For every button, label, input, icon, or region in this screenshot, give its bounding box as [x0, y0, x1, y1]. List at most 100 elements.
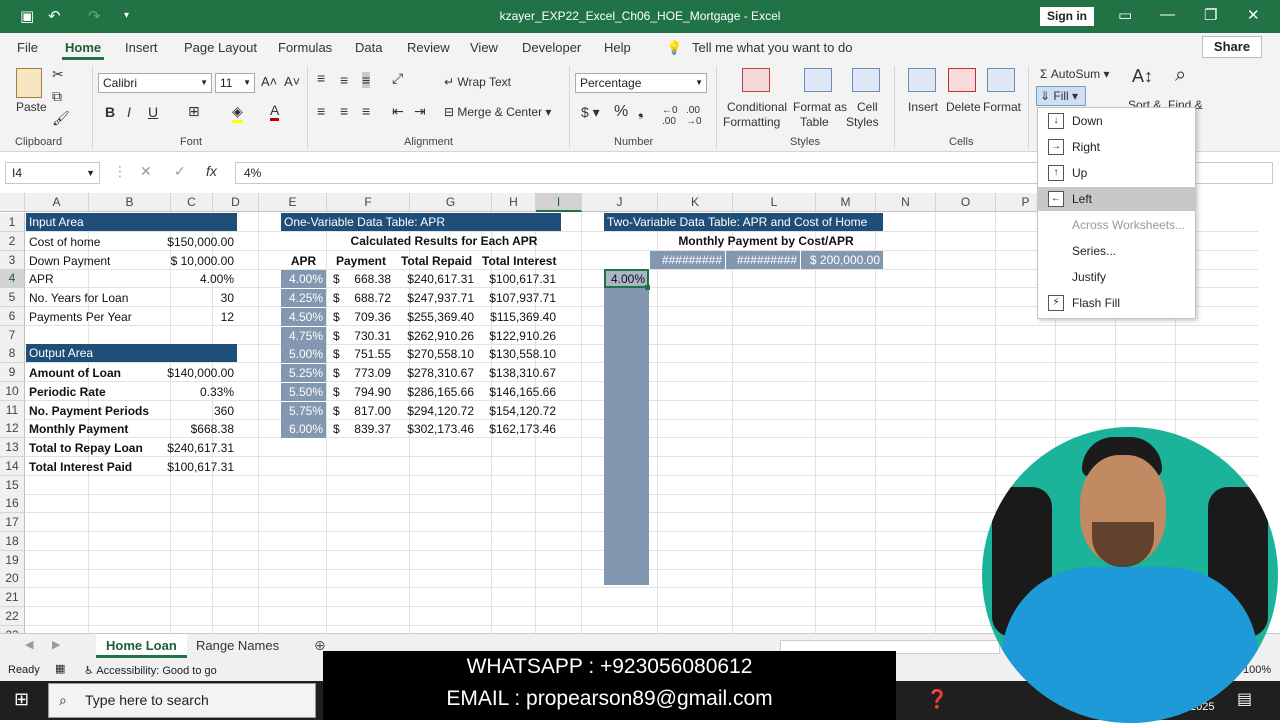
input-label-cell[interactable]: No. Years for Loan	[26, 289, 154, 307]
one-var-apr-cell[interactable]: 5.25%	[281, 364, 326, 382]
output-label-cell[interactable]: Monthly Payment	[26, 420, 154, 438]
row-header-20[interactable]: 20	[0, 569, 25, 589]
borders-icon[interactable]: ⊞	[188, 103, 200, 120]
input-label-cell[interactable]: Payments Per Year	[26, 308, 154, 326]
tab-review[interactable]: Review	[407, 40, 450, 55]
wrap-text-button[interactable]: ↵ Wrap Text	[444, 75, 511, 89]
row-header-1[interactable]: 1	[0, 213, 25, 232]
row-header-23[interactable]: 23	[0, 625, 25, 633]
one-var-header-cell[interactable]: Payment	[328, 252, 394, 270]
one-var-total-interest-cell[interactable]: $107,937.71	[479, 289, 559, 307]
column-header-f[interactable]: F	[327, 193, 410, 212]
row-header-8[interactable]: 8	[0, 344, 25, 364]
autosum-button[interactable]: Σ AutoSum ▾	[1040, 67, 1109, 81]
output-value-cell[interactable]: $100,617.31	[156, 458, 237, 476]
format-painter-icon[interactable]: 🖌	[52, 110, 70, 127]
percent-style-icon[interactable]: %	[614, 103, 628, 121]
column-header-o[interactable]: O	[936, 193, 996, 212]
decrease-font-icon[interactable]: A˅	[284, 74, 300, 89]
conditional-formatting-button[interactable]: Conditional	[727, 100, 787, 114]
fill-menu-item-left[interactable]: ← Left	[1038, 187, 1195, 211]
accessibility-status[interactable]: ♿ Accessibility: Good to go	[84, 664, 217, 677]
tab-view[interactable]: View	[470, 40, 498, 55]
output-value-cell[interactable]: $668.38	[156, 420, 237, 438]
cell-styles-button[interactable]: Cell	[857, 100, 878, 114]
input-label-cell[interactable]: Down Payment	[26, 252, 154, 270]
increase-font-icon[interactable]: A˄	[261, 74, 277, 89]
input-value-cell[interactable]: 4.00%	[156, 270, 237, 288]
one-var-apr-cell[interactable]: 4.00%	[281, 270, 326, 289]
restore-icon[interactable]: ❐	[1204, 6, 1217, 24]
tab-data[interactable]: Data	[355, 40, 382, 55]
input-label-cell[interactable]: APR	[26, 270, 154, 288]
ribbon-display-icon[interactable]: ▭	[1118, 6, 1132, 24]
one-var-total-repaid-cell[interactable]: $240,617.31	[396, 270, 477, 288]
taskbar-search-input[interactable]: ⌕ Type here to search	[48, 683, 316, 718]
middle-align-icon[interactable]: ≡	[340, 72, 348, 88]
one-var-apr-cell[interactable]: 5.00%	[281, 345, 326, 364]
bold-icon[interactable]: B	[105, 104, 115, 120]
input-value-cell[interactable]: $150,000.00	[156, 233, 237, 251]
comma-style-icon[interactable]: ❟	[638, 103, 644, 120]
cell-styles-icon[interactable]	[852, 68, 880, 92]
row-header-11[interactable]: 11	[0, 400, 25, 420]
merge-center-button[interactable]: ⊟ Merge & Center ▾	[444, 105, 551, 119]
underline-icon[interactable]: U	[148, 104, 158, 120]
row-header-6[interactable]: 6	[0, 306, 25, 326]
insert-function-icon[interactable]: fx	[206, 163, 217, 179]
column-header-k[interactable]: K	[658, 193, 733, 212]
output-value-cell[interactable]: $240,617.31	[156, 439, 237, 457]
scroll-right-icon[interactable]: ▶	[52, 638, 60, 651]
format-as-table-button[interactable]: Format as	[793, 100, 847, 114]
row-header-2[interactable]: 2	[0, 231, 25, 251]
one-var-apr-cell[interactable]: 4.50%	[281, 307, 326, 326]
align-left-icon[interactable]: ≡	[317, 103, 325, 119]
one-var-total-interest-cell[interactable]: $138,310.67	[479, 364, 559, 382]
help-app-icon[interactable]: ❓	[926, 689, 948, 710]
one-var-total-interest-cell[interactable]: $146,165.66	[479, 383, 559, 401]
one-var-total-interest-cell[interactable]: $100,617.31	[479, 270, 559, 288]
decrease-indent-icon[interactable]: ⇤	[392, 103, 404, 120]
paste-icon[interactable]	[16, 68, 42, 98]
row-header-9[interactable]: 9	[0, 363, 25, 382]
row-header-4[interactable]: 4	[0, 269, 25, 289]
row-header-14[interactable]: 14	[0, 456, 25, 476]
row-header-19[interactable]: 19	[0, 550, 25, 570]
input-area-title[interactable]: Input Area	[26, 213, 237, 231]
tab-developer[interactable]: Developer	[522, 40, 581, 55]
italic-icon[interactable]: I	[127, 104, 131, 120]
row-header-18[interactable]: 18	[0, 531, 25, 551]
output-area-title[interactable]: Output Area	[26, 344, 237, 362]
output-label-cell[interactable]: No. Payment Periods	[26, 402, 154, 420]
row-header-12[interactable]: 12	[0, 419, 25, 439]
input-value-cell[interactable]: 30	[156, 289, 237, 307]
one-var-total-repaid-cell[interactable]: $302,173.46	[396, 420, 477, 438]
delete-cells-icon[interactable]	[948, 68, 976, 92]
font-size-select[interactable]: 11 ▼	[215, 73, 255, 93]
confirm-entry-icon[interactable]: ✓	[174, 163, 186, 180]
fill-menu-item-up[interactable]: ↑ Up	[1038, 161, 1195, 185]
font-name-select[interactable]: Calibri ▼	[98, 73, 212, 93]
two-var-title[interactable]: Two-Variable Data Table: APR and Cost of…	[604, 213, 883, 231]
one-var-header-cell[interactable]: Total Repaid	[396, 252, 477, 270]
one-var-total-interest-cell[interactable]: $115,369.40	[479, 308, 559, 326]
column-header-e[interactable]: E	[259, 193, 327, 212]
cut-icon[interactable]: ✂	[52, 66, 64, 83]
row-header-5[interactable]: 5	[0, 288, 25, 307]
output-label-cell[interactable]: Amount of Loan	[26, 364, 154, 382]
output-label-cell[interactable]: Total to Repay Loan	[26, 439, 154, 457]
orientation-icon[interactable]: ⤢	[392, 70, 403, 87]
sheet-tab-range-names[interactable]: Range Names	[186, 634, 289, 658]
decrease-decimal-icon[interactable]: .00 →0	[686, 105, 702, 127]
column-header-n[interactable]: N	[876, 193, 936, 212]
increase-decimal-icon[interactable]: ←0.00	[662, 105, 678, 127]
output-value-cell[interactable]: 0.33%	[156, 383, 237, 401]
column-header-i[interactable]: I	[536, 193, 582, 212]
output-value-cell[interactable]: 360	[156, 402, 237, 420]
column-header-b[interactable]: B	[89, 193, 171, 212]
one-var-total-repaid-cell[interactable]: $278,310.67	[396, 364, 477, 382]
minimize-icon[interactable]: —	[1160, 6, 1175, 23]
macro-record-icon[interactable]: ▦	[55, 662, 65, 675]
one-var-total-interest-cell[interactable]: $162,173.46	[479, 420, 559, 438]
row-header-7[interactable]: 7	[0, 325, 25, 345]
